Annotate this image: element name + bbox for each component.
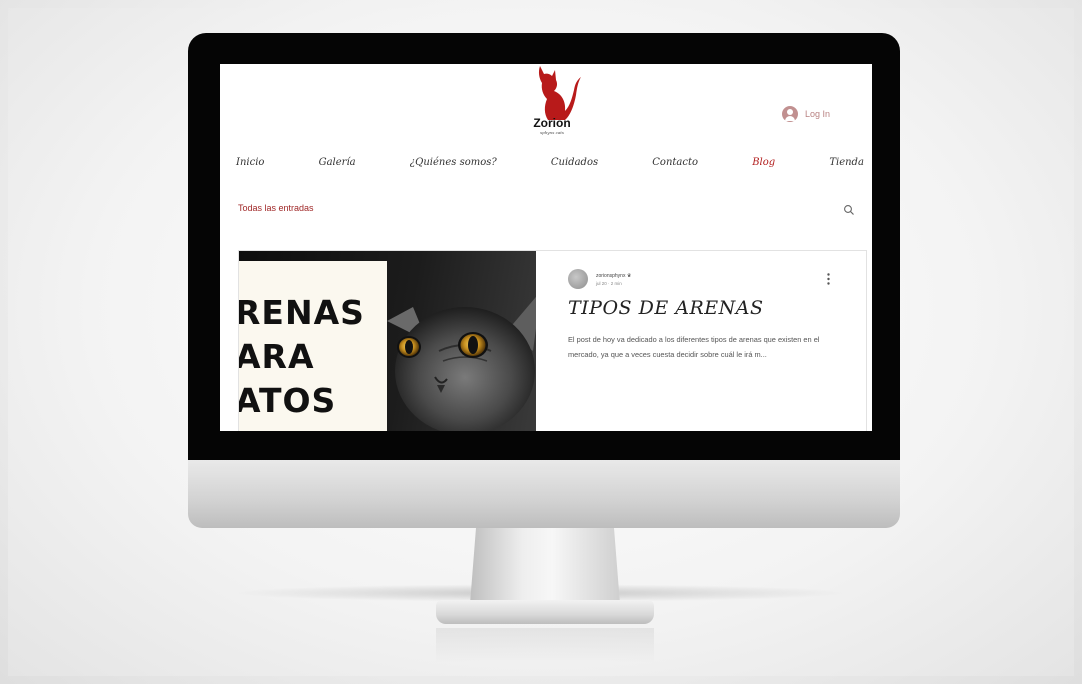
post-date: jul 20 · 2 min xyxy=(596,280,622,286)
nav-item-cuidados[interactable]: Cuidados xyxy=(545,157,604,168)
cover-text-line: ARA xyxy=(239,337,315,376)
nav-item-inicio[interactable]: Inicio xyxy=(230,157,270,168)
nav-item-contacto[interactable]: Contacto xyxy=(646,157,704,168)
monitor-chin xyxy=(188,460,900,528)
more-options-icon[interactable] xyxy=(827,273,830,285)
monitor-stand-neck xyxy=(470,528,620,604)
screen: Zorion sphynx cats Log In Inicio Galería… xyxy=(220,64,872,431)
post-title[interactable]: TIPOS DE ARENAS xyxy=(568,297,836,319)
cover-poster: RENAS ARA ATOS xyxy=(239,261,387,431)
nav-item-galeria[interactable]: Galería xyxy=(313,157,362,168)
crown-icon: ♛ xyxy=(626,272,632,279)
post-excerpt: El post de hoy va dedicado a los diferen… xyxy=(568,335,820,359)
monitor-stand-foot xyxy=(436,600,654,624)
blog-post-card[interactable]: RENAS ARA ATOS zorionsphynx ♛ jul 20 · 2… xyxy=(238,250,867,431)
nav-item-tienda[interactable]: Tienda xyxy=(823,157,870,168)
user-avatar-icon xyxy=(782,106,798,122)
stand-reflection xyxy=(436,628,654,662)
cat-logo-icon[interactable] xyxy=(526,64,582,120)
all-posts-filter[interactable]: Todas las entradas xyxy=(238,203,314,213)
sphynx-cat-photo xyxy=(387,296,536,431)
post-summary: zorionsphynx ♛ jul 20 · 2 min TIPOS DE A… xyxy=(536,251,866,431)
search-icon[interactable] xyxy=(843,204,855,216)
post-author[interactable]: zorionsphynx ♛ jul 20 · 2 min xyxy=(568,269,836,289)
nav-item-quienes-somos[interactable]: ¿Quiénes somos? xyxy=(404,157,503,168)
nav-item-blog[interactable]: Blog xyxy=(746,157,781,168)
login-label: Log In xyxy=(805,109,831,119)
post-cover-image[interactable]: RENAS ARA ATOS xyxy=(239,251,536,431)
logo-tagline: sphynx cats xyxy=(540,130,564,135)
cover-text-line: RENAS xyxy=(239,293,365,332)
author-avatar xyxy=(568,269,588,289)
author-meta: zorionsphynx ♛ jul 20 · 2 min xyxy=(596,273,631,286)
cover-text-line: ATOS xyxy=(239,381,337,420)
logo-wordmark[interactable]: Zorion xyxy=(512,116,592,130)
login-button[interactable]: Log In xyxy=(782,106,830,122)
author-name-text: zorionsphynx xyxy=(596,272,626,279)
author-name: zorionsphynx ♛ xyxy=(596,273,631,279)
main-nav: Inicio Galería ¿Quiénes somos? Cuidados … xyxy=(230,157,870,168)
